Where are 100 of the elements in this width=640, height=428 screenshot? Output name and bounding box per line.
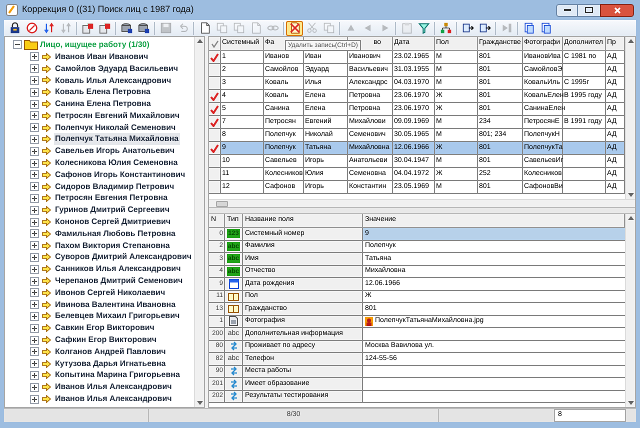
minimize-icon bbox=[564, 9, 570, 11]
tree-item[interactable]: Белевцев Михаил Григорьевич bbox=[54, 310, 181, 322]
check-icon[interactable] bbox=[210, 52, 219, 62]
expand-icon[interactable] bbox=[30, 64, 39, 74]
expand-icon[interactable] bbox=[30, 76, 39, 85]
scrollbar[interactable] bbox=[194, 37, 204, 407]
collapse-icon[interactable] bbox=[13, 40, 22, 49]
scroll-up-icon[interactable] bbox=[196, 39, 203, 43]
expand-icon[interactable] bbox=[30, 194, 39, 203]
scissors-icon bbox=[306, 22, 318, 34]
tree-item[interactable]: Санников Илья Александрович bbox=[54, 263, 182, 276]
tree-item[interactable]: Гуринов Дмитрий Сергеевич bbox=[54, 204, 170, 216]
check-icon[interactable] bbox=[210, 144, 219, 152]
tree-item[interactable]: Сафкин Егор Викторович bbox=[54, 334, 158, 346]
tree-item[interactable]: Коваль Елена Петровна bbox=[54, 86, 152, 98]
check-icon[interactable] bbox=[210, 104, 219, 114]
expand-icon[interactable] bbox=[30, 100, 39, 109]
tree-item[interactable]: Иванов Илья Александрович bbox=[54, 381, 173, 394]
expand-icon[interactable] bbox=[30, 218, 39, 227]
scroll-up-icon[interactable] bbox=[628, 39, 634, 43]
expand-icon[interactable] bbox=[30, 111, 39, 120]
expand-icon[interactable] bbox=[30, 170, 39, 180]
scroll-down-icon[interactable] bbox=[628, 193, 634, 197]
tree-item[interactable]: Самойлов Эдуард Васильевич bbox=[54, 62, 180, 75]
maximize-button[interactable] bbox=[578, 4, 600, 16]
tree-item[interactable]: Суворов Дмитрий Александрович bbox=[54, 251, 192, 264]
expand-icon[interactable] bbox=[30, 382, 39, 392]
scroll-down-icon[interactable] bbox=[196, 401, 203, 405]
expand-icon[interactable] bbox=[30, 324, 39, 333]
tree-item[interactable]: Санина Елена Петровна bbox=[54, 98, 152, 110]
expand-icon[interactable] bbox=[30, 300, 39, 310]
minimize-button[interactable] bbox=[556, 4, 578, 16]
check-icon[interactable] bbox=[210, 92, 219, 100]
tree-item[interactable]: Колганов Андрей Павлович bbox=[54, 346, 167, 358]
link-arrows-icon bbox=[230, 378, 238, 389]
tree-item[interactable]: Полепчук Николай Семенович bbox=[54, 122, 177, 134]
expand-icon[interactable] bbox=[30, 336, 39, 345]
tree-item[interactable]: Савельев Игорь Анатольевич bbox=[54, 145, 176, 158]
copy-icon bbox=[232, 22, 244, 34]
expand-icon[interactable] bbox=[30, 347, 39, 356]
tree-item[interactable]: Коваль Илья Александрович bbox=[54, 74, 172, 86]
expand-icon[interactable] bbox=[30, 288, 39, 298]
tree-item[interactable]: Копытина Марина Григорьевна bbox=[54, 369, 181, 382]
tree-item[interactable]: Кононов Сергей Дмитриевич bbox=[54, 216, 172, 228]
expand-icon[interactable] bbox=[30, 123, 39, 132]
expand-icon[interactable] bbox=[30, 134, 39, 144]
tree-item[interactable]: Черепанов Дмитрий Семенович bbox=[54, 275, 184, 288]
tree-item[interactable]: Фамильная Любовь Петровна bbox=[54, 228, 176, 240]
expand-icon[interactable] bbox=[30, 252, 39, 262]
folder-icon bbox=[24, 39, 38, 50]
tree-item[interactable]: Ивонов Сергей Николаевич bbox=[54, 286, 166, 299]
scroll-down-icon[interactable] bbox=[628, 401, 634, 405]
scrollbar[interactable] bbox=[625, 214, 635, 407]
page-icon bbox=[198, 22, 210, 34]
expand-icon[interactable] bbox=[30, 370, 39, 380]
tree-item[interactable]: Ивинова Валентина Ивановна bbox=[54, 298, 177, 311]
expand-icon[interactable] bbox=[30, 158, 39, 168]
tree-item[interactable]: Петросян Евгения Петровна bbox=[54, 192, 169, 204]
lock-icon bbox=[8, 22, 20, 34]
expand-icon[interactable] bbox=[30, 206, 39, 215]
horizontal-scrollbar[interactable] bbox=[209, 199, 635, 207]
close-icon bbox=[614, 6, 620, 14]
book-icon bbox=[228, 304, 239, 314]
close-button[interactable] bbox=[600, 4, 634, 16]
expand-icon[interactable] bbox=[30, 146, 39, 156]
expand-icon[interactable] bbox=[30, 359, 39, 368]
tree-item[interactable]: Сидоров Владимир Петрович bbox=[54, 180, 176, 193]
move-right-icon bbox=[478, 22, 490, 34]
tree-item[interactable]: Иванов Илья Александрович bbox=[54, 393, 173, 406]
expand-icon[interactable] bbox=[30, 182, 39, 192]
expand-icon[interactable] bbox=[30, 394, 39, 404]
tree-item[interactable]: Кутузова Дарья Игнатьевна bbox=[54, 358, 167, 370]
copy-icon bbox=[322, 22, 334, 34]
link-arrows-icon bbox=[230, 391, 238, 402]
expand-icon[interactable] bbox=[30, 52, 39, 62]
expand-icon[interactable] bbox=[30, 241, 39, 250]
floppy-icon bbox=[160, 22, 172, 34]
sort-icon bbox=[60, 22, 72, 34]
expand-icon[interactable] bbox=[30, 88, 39, 97]
expand-icon[interactable] bbox=[30, 276, 39, 286]
tree-item[interactable]: Иванов Иван Иванович bbox=[54, 50, 150, 63]
tree-item[interactable]: Петросян Евгений Михайлович bbox=[54, 110, 181, 122]
tree-item[interactable]: Сафонов Игорь Константинович bbox=[54, 168, 186, 181]
check-icon bbox=[210, 40, 218, 48]
tree-item[interactable]: Колесникова Юлия Семеновна bbox=[54, 157, 179, 170]
scrollbar[interactable] bbox=[625, 37, 635, 199]
database-icon bbox=[138, 22, 150, 34]
clipboard-icon bbox=[400, 22, 412, 34]
tree-item[interactable]: Полепчук Татьяна Михайловна bbox=[54, 133, 180, 146]
sort-icon bbox=[42, 22, 54, 34]
expand-icon[interactable] bbox=[30, 229, 39, 238]
tree-item[interactable]: Пахом Виктория Степановна bbox=[54, 240, 171, 252]
maximize-icon bbox=[585, 7, 593, 13]
move-right-icon bbox=[462, 22, 474, 34]
tree-item[interactable]: Савкин Егор Викторович bbox=[54, 322, 156, 334]
expand-icon[interactable] bbox=[30, 264, 39, 274]
delete-record-icon bbox=[288, 22, 300, 34]
check-icon[interactable] bbox=[210, 118, 219, 126]
expand-icon[interactable] bbox=[30, 312, 39, 321]
scroll-up-icon[interactable] bbox=[628, 216, 634, 220]
